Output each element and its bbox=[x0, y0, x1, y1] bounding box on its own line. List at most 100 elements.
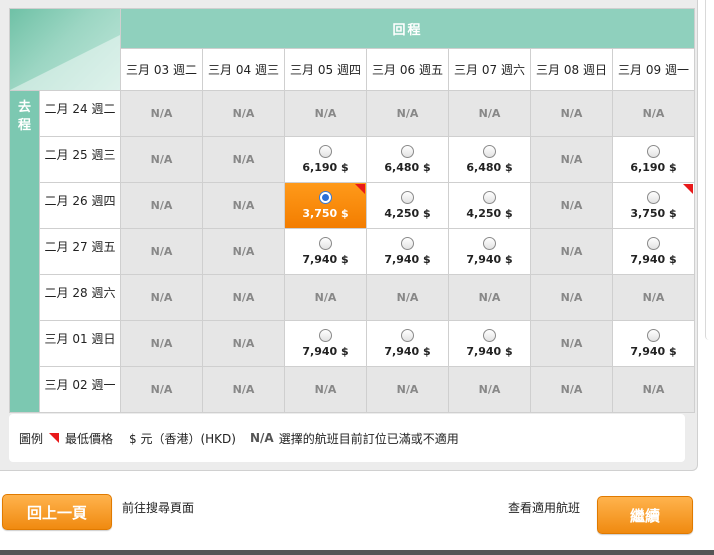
fare-price: 7,940 $ bbox=[302, 345, 349, 358]
fare-cell[interactable]: 7,940 $ bbox=[367, 321, 448, 366]
fare-cell[interactable]: 6,190 $ bbox=[285, 137, 366, 182]
fare-cell[interactable]: 7,940 $ bbox=[613, 229, 694, 274]
legend-na-code: N/A bbox=[249, 431, 274, 445]
fare-cell[interactable]: 6,190 $ bbox=[613, 137, 694, 182]
bottom-edge bbox=[0, 550, 714, 555]
fare-cell-unavailable: N/A bbox=[203, 321, 284, 366]
fare-price: 6,190 $ bbox=[630, 161, 677, 174]
legend-label: 圖例 bbox=[19, 431, 44, 446]
fare-cell-unavailable: N/A bbox=[531, 275, 612, 320]
fare-cell-unavailable: N/A bbox=[203, 275, 284, 320]
radio-icon[interactable] bbox=[647, 329, 660, 342]
scrollbar-edge[interactable] bbox=[705, 0, 714, 340]
fare-price: 7,940 $ bbox=[302, 253, 349, 266]
radio-icon[interactable] bbox=[647, 237, 660, 250]
view-flights-link[interactable]: 查看適用航班 bbox=[508, 499, 580, 516]
fare-cell-unavailable: N/A bbox=[203, 367, 284, 412]
fare-cell-unavailable: N/A bbox=[613, 275, 694, 320]
fare-cell-selected[interactable]: 3,750 $ bbox=[285, 183, 366, 228]
lowest-price-flag-icon bbox=[683, 184, 693, 194]
fare-cell-unavailable: N/A bbox=[449, 275, 530, 320]
return-date-header: 三月 09 週一 bbox=[613, 49, 694, 90]
radio-icon[interactable] bbox=[319, 237, 332, 250]
depart-label-char: 程 bbox=[17, 118, 31, 133]
fare-cell-unavailable: N/A bbox=[531, 367, 612, 412]
fare-cell-unavailable: N/A bbox=[203, 183, 284, 228]
fare-cell[interactable]: 6,480 $ bbox=[367, 137, 448, 182]
return-date-header: 三月 07 週六 bbox=[449, 49, 530, 90]
fare-cell[interactable]: 7,940 $ bbox=[285, 321, 366, 366]
fare-price: 3,750 $ bbox=[630, 207, 677, 220]
fare-price: 7,940 $ bbox=[466, 253, 513, 266]
grid-corner bbox=[10, 9, 120, 90]
continue-button[interactable]: 繼續 bbox=[597, 496, 693, 534]
lowest-price-flag-icon bbox=[49, 433, 60, 443]
radio-icon[interactable] bbox=[319, 145, 332, 158]
radio-icon[interactable] bbox=[647, 145, 660, 158]
fare-cell[interactable]: 4,250 $ bbox=[367, 183, 448, 228]
fare-cell[interactable]: 7,940 $ bbox=[285, 229, 366, 274]
legend-lowest-price: 最低價格 bbox=[65, 431, 114, 446]
radio-icon[interactable] bbox=[319, 191, 332, 204]
fare-cell-unavailable: N/A bbox=[121, 137, 202, 182]
fare-price: 7,940 $ bbox=[384, 345, 431, 358]
fare-cell-unavailable: N/A bbox=[121, 275, 202, 320]
fare-cell-unavailable: N/A bbox=[203, 137, 284, 182]
fare-cell-unavailable: N/A bbox=[531, 229, 612, 274]
fare-cell-unavailable: N/A bbox=[449, 91, 530, 136]
fare-cell-unavailable: N/A bbox=[613, 91, 694, 136]
fare-price: 6,190 $ bbox=[302, 161, 349, 174]
return-header: 回程 bbox=[121, 9, 694, 48]
fare-cell[interactable]: 7,940 $ bbox=[449, 229, 530, 274]
fare-cell-unavailable: N/A bbox=[367, 91, 448, 136]
radio-icon[interactable] bbox=[401, 329, 414, 342]
fare-price: 4,250 $ bbox=[384, 207, 431, 220]
fare-price: 7,940 $ bbox=[630, 345, 677, 358]
return-date-header: 三月 05 週四 bbox=[285, 49, 366, 90]
fare-cell[interactable]: 3,750 $ bbox=[613, 183, 694, 228]
legend-na-desc: 選擇的航班目前訂位已滿或不適用 bbox=[278, 431, 459, 446]
radio-icon[interactable] bbox=[483, 191, 496, 204]
depart-label-char: 去 bbox=[17, 100, 31, 115]
fare-price: 6,480 $ bbox=[466, 161, 513, 174]
return-date-header: 三月 04 週三 bbox=[203, 49, 284, 90]
fare-cell-unavailable: N/A bbox=[121, 367, 202, 412]
radio-icon[interactable] bbox=[401, 237, 414, 250]
fare-price: 7,940 $ bbox=[384, 253, 431, 266]
back-description: 前往搜尋頁面 bbox=[122, 501, 195, 515]
radio-icon[interactable] bbox=[483, 329, 496, 342]
fare-cell-unavailable: N/A bbox=[531, 183, 612, 228]
radio-icon[interactable] bbox=[319, 329, 332, 342]
depart-date-header: 二月 28 週六 bbox=[40, 275, 120, 320]
legend-bar: 圖例 最低價格 $ 元（香港）(HKD) N/A 選擇的航班目前訂位已滿或不適用 bbox=[9, 414, 685, 462]
fare-cell[interactable]: 7,940 $ bbox=[613, 321, 694, 366]
fare-cell-unavailable: N/A bbox=[285, 275, 366, 320]
fare-cell[interactable]: 7,940 $ bbox=[449, 321, 530, 366]
depart-date-header: 二月 25 週三 bbox=[40, 137, 120, 182]
radio-icon[interactable] bbox=[647, 191, 660, 204]
fare-cell-unavailable: N/A bbox=[121, 183, 202, 228]
fare-cell-unavailable: N/A bbox=[121, 229, 202, 274]
depart-date-header: 二月 27 週五 bbox=[40, 229, 120, 274]
fare-cell[interactable]: 6,480 $ bbox=[449, 137, 530, 182]
fare-cell-unavailable: N/A bbox=[531, 137, 612, 182]
fare-cell-unavailable: N/A bbox=[531, 91, 612, 136]
fare-cell-unavailable: N/A bbox=[285, 367, 366, 412]
fare-cell[interactable]: 7,940 $ bbox=[367, 229, 448, 274]
return-date-header: 三月 08 週日 bbox=[531, 49, 612, 90]
radio-icon[interactable] bbox=[483, 237, 496, 250]
depart-date-header: 二月 26 週四 bbox=[40, 183, 120, 228]
fare-cell[interactable]: 4,250 $ bbox=[449, 183, 530, 228]
back-button[interactable]: 回上一頁 bbox=[2, 494, 112, 530]
return-date-header: 三月 03 週二 bbox=[121, 49, 202, 90]
fare-cell-unavailable: N/A bbox=[367, 275, 448, 320]
depart-date-header: 三月 01 週日 bbox=[40, 321, 120, 366]
radio-icon[interactable] bbox=[401, 191, 414, 204]
radio-icon[interactable] bbox=[483, 145, 496, 158]
fare-price: 7,940 $ bbox=[466, 345, 513, 358]
fare-cell-unavailable: N/A bbox=[531, 321, 612, 366]
legend-currency: $ 元（香港）(HKD) bbox=[129, 431, 236, 446]
depart-date-header: 二月 24 週二 bbox=[40, 91, 120, 136]
radio-icon[interactable] bbox=[401, 145, 414, 158]
fare-cell-unavailable: N/A bbox=[121, 321, 202, 366]
